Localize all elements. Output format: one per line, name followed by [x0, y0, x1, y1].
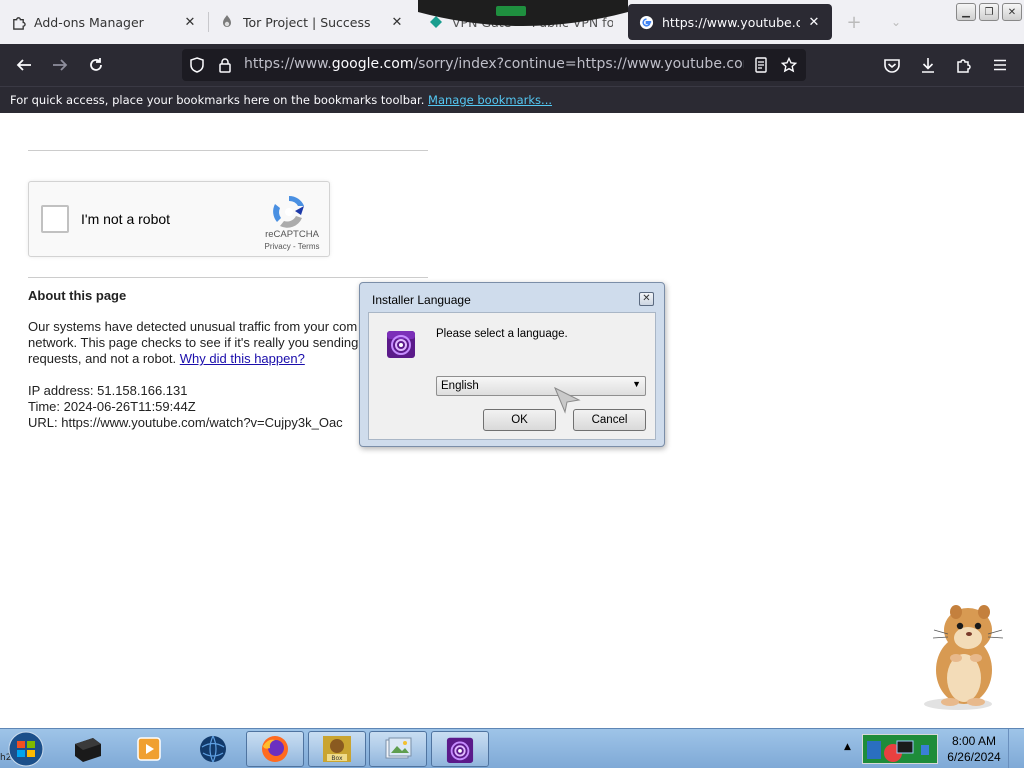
- clock-date: 6/26/2024: [947, 750, 1001, 764]
- divider: [28, 277, 428, 278]
- installer-language-dialog: Installer Language ✕ Please select a lan…: [359, 282, 665, 447]
- clock-time: 8:00 AM: [951, 734, 997, 748]
- show-desktop-button[interactable]: [1008, 729, 1024, 768]
- image-viewer-icon: [385, 737, 412, 759]
- recaptcha-brand: reCAPTCHA: [265, 229, 319, 240]
- tab-title: Add-ons Manager: [34, 14, 144, 30]
- start-button-icon[interactable]: [4, 730, 48, 768]
- sandbox-icon: Box: [323, 736, 351, 762]
- puzzle-icon: [10, 14, 26, 30]
- request-url: URL: https://www.youtube.com/watch?v=Cuj…: [28, 415, 343, 430]
- language-select[interactable]: English ▼: [436, 376, 646, 396]
- taskbar-image-viewer[interactable]: [369, 731, 427, 767]
- taskbar-firefox[interactable]: [246, 731, 304, 767]
- about-text: Our systems have detected unusual traffi…: [28, 319, 359, 366]
- onion-icon: [219, 14, 235, 30]
- downloads-icon[interactable]: [916, 53, 940, 77]
- show-hidden-icons[interactable]: ▲: [844, 742, 851, 752]
- tab-bar: Add-ons Manager ✕ Tor Project | Success …: [0, 0, 1024, 44]
- tab-youtube-active[interactable]: https://www.youtube.com/w ✕: [628, 4, 832, 40]
- navigation-toolbar: https://www.google.com/sorry/index?conti…: [0, 44, 1024, 86]
- tor-installer-icon: [387, 331, 415, 358]
- pocket-icon[interactable]: [880, 53, 904, 77]
- ok-button[interactable]: OK: [483, 409, 556, 431]
- dropdown-arrow-icon: ▼: [632, 379, 641, 389]
- about-heading: About this page: [28, 288, 127, 303]
- dialog-prompt: Please select a language.: [436, 328, 568, 340]
- mouse-cursor-icon: [554, 386, 581, 414]
- divider: [28, 150, 428, 151]
- extensions-icon[interactable]: [952, 53, 976, 77]
- close-tab-icon[interactable]: ✕: [806, 15, 822, 30]
- taskbar-tor-installer[interactable]: [431, 731, 489, 767]
- taskbar-sandbox[interactable]: Box: [308, 731, 366, 767]
- recaptcha-logo-icon: [273, 195, 304, 228]
- reload-icon[interactable]: [84, 53, 108, 77]
- url-bar[interactable]: https://www.google.com/sorry/index?conti…: [182, 49, 806, 81]
- globe-icon: [200, 735, 226, 763]
- recaptcha-checkbox[interactable]: [41, 205, 69, 233]
- shield-icon[interactable]: [188, 56, 206, 74]
- timestamp: Time: 2024-06-26T11:59:44Z: [28, 399, 196, 414]
- new-tab-button[interactable]: +: [842, 10, 866, 34]
- system-tray-icons[interactable]: [862, 734, 938, 764]
- svg-text:Box: Box: [331, 755, 343, 762]
- dialog-title: Installer Language: [372, 293, 471, 307]
- manage-bookmarks-link[interactable]: Manage bookmarks...: [428, 93, 552, 107]
- selected-language: English: [441, 380, 479, 392]
- restore-button[interactable]: ❐: [979, 3, 999, 21]
- bookmark-star-icon[interactable]: [780, 56, 798, 74]
- tor-installer-icon: [446, 737, 474, 763]
- reader-view-icon[interactable]: [752, 56, 770, 74]
- tab-title: Tor Project | Success: [243, 14, 371, 30]
- overlay-artifact: [418, 0, 628, 26]
- taskbar: h2 ww Box ▲: [0, 728, 1024, 768]
- screen: Add-ons Manager ✕ Tor Project | Success …: [0, 0, 1024, 768]
- dialog-close-button[interactable]: ✕: [639, 292, 654, 306]
- recaptcha-label: I'm not a robot: [81, 211, 171, 227]
- dialog-body: Please select a language. English ▼ OK C…: [368, 312, 656, 440]
- url-text[interactable]: https://www.google.com/sorry/index?conti…: [244, 56, 744, 72]
- cancel-button[interactable]: Cancel: [573, 409, 646, 431]
- tab-addons-manager[interactable]: Add-ons Manager ✕: [0, 2, 208, 42]
- taskbar-media-player[interactable]: [120, 731, 178, 767]
- terminal-icon: [75, 738, 101, 762]
- why-did-this-happen-link[interactable]: Why did this happen?: [180, 351, 305, 366]
- bookmarks-hint: For quick access, place your bookmarks h…: [10, 93, 425, 107]
- minimize-button[interactable]: ▁: [956, 3, 976, 21]
- bookmarks-toolbar: For quick access, place your bookmarks h…: [0, 86, 1024, 113]
- tray-icons: [867, 740, 929, 762]
- hamster-desktop-pet[interactable]: [918, 600, 1010, 712]
- back-icon[interactable]: [12, 53, 36, 77]
- lock-icon[interactable]: [216, 56, 234, 74]
- taskbar-globe[interactable]: [184, 731, 242, 767]
- forward-icon[interactable]: [48, 53, 72, 77]
- list-tabs-icon[interactable]: ⌄: [884, 10, 908, 34]
- google-icon: [638, 14, 654, 30]
- media-player-icon: [137, 737, 161, 761]
- close-tab-icon[interactable]: ✕: [182, 15, 198, 30]
- taskbar-terminal[interactable]: [58, 731, 116, 767]
- close-tab-icon[interactable]: ✕: [389, 15, 405, 30]
- recaptcha-privacy-terms[interactable]: Privacy - Terms: [257, 242, 327, 251]
- menu-icon[interactable]: [988, 53, 1012, 77]
- recaptcha-widget: I'm not a robot reCAPTCHA Privacy - Term…: [28, 181, 330, 257]
- ip-address: IP address: 51.158.166.131: [28, 383, 188, 398]
- tab-title: https://www.youtube.com/w: [662, 14, 800, 30]
- tab-tor-project[interactable]: Tor Project | Success ✕: [209, 2, 415, 42]
- system-clock[interactable]: 8:00 AM 6/26/2024: [944, 733, 1004, 765]
- firefox-icon: [262, 736, 288, 762]
- window-close-button[interactable]: ✕: [1002, 3, 1022, 21]
- request-info: IP address: 51.158.166.131 Time: 2024-06…: [28, 383, 343, 431]
